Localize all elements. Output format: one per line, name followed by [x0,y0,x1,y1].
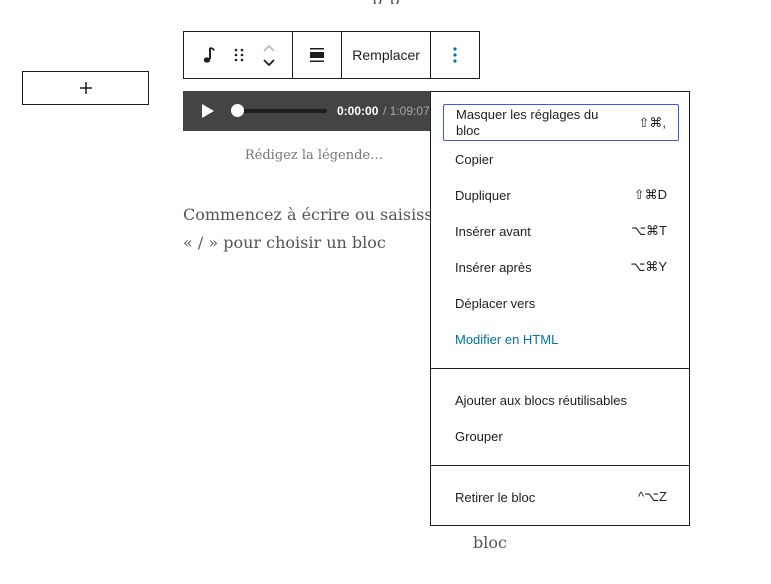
current-time: 0:00:00 [337,104,379,118]
menu-item-hide-settings[interactable]: Masquer les réglages du bloc ⇧⌘, [443,104,679,141]
caption-placeholder[interactable]: Rédigez la légende… [183,148,445,163]
more-options-button[interactable] [453,32,457,78]
menu-item-shortcut: ^⌥Z [637,489,667,504]
replace-button[interactable]: Remplacer [352,32,420,78]
menu-divider [431,465,689,466]
block-toolbar: Remplacer [183,31,480,79]
menu-item-label: Insérer après [455,259,532,275]
chevron-down-icon [263,58,275,66]
audio-icon [203,47,215,63]
menu-item-label: Modifier en HTML [455,331,559,347]
progress-track[interactable] [237,109,327,113]
menu-item-shortcut: ⇧⌘, [638,114,666,130]
paragraph-line-1: Commencez à écrire ou saisissez [183,205,433,224]
paragraph-line-2: « / » pour choisir un bloc [183,233,386,252]
paragraph-placeholder[interactable]: Commencez à écrire ou saisissez « / » po… [183,201,433,257]
menu-item-duplicate[interactable]: Dupliquer ⇧⌘D [443,184,679,206]
menu-item-insert-after[interactable]: Insérer après ⌥⌘Y [443,256,679,278]
block-type-button[interactable] [194,32,224,78]
block-options-menu: Masquer les réglages du bloc ⇧⌘, Copier … [430,91,690,526]
toolbar-group-align [293,32,342,78]
progress-knob[interactable] [231,104,244,117]
menu-item-move-to[interactable]: Déplacer vers [443,292,679,314]
menu-item-shortcut: ⇧⌘D [633,187,667,202]
bottom-text: bloc [473,533,507,552]
block-inserter-button[interactable] [22,71,149,105]
menu-item-insert-before[interactable]: Insérer avant ⌥⌘T [443,220,679,242]
menu-item-label: Copier [455,151,494,167]
plus-icon [79,82,92,94]
menu-divider [431,368,689,369]
chevron-up-icon [263,44,275,52]
total-time: / 1:09:07 [383,104,430,118]
cropped-text: p p [372,0,492,4]
toolbar-group-block [184,32,294,78]
toolbar-group-replace: Remplacer [342,32,432,78]
move-down-button[interactable] [262,55,276,69]
drag-handle-icon [234,48,244,62]
more-vertical-icon [453,47,457,63]
menu-item-group[interactable]: Grouper [443,425,679,447]
play-icon [202,104,214,118]
menu-item-label: Masquer les réglages du bloc [456,106,599,138]
audio-player: 0:00:00 / 1:09:07 [183,91,433,131]
menu-item-add-reusable[interactable]: Ajouter aux blocs réutilisables [443,389,679,411]
menu-item-shortcut: ⌥⌘T [631,223,667,238]
menu-item-label: Ajouter aux blocs réutilisables [455,392,627,408]
menu-item-copy[interactable]: Copier [443,148,679,170]
menu-item-label: Dupliquer [455,187,511,203]
menu-item-label: Insérer avant [455,223,531,239]
move-up-button[interactable] [262,41,276,55]
menu-item-label: Retirer le bloc [455,489,536,505]
drag-handle[interactable] [224,32,254,78]
menu-item-label: Grouper [455,428,503,444]
align-icon [310,48,325,62]
menu-item-remove-block[interactable]: Retirer le bloc ^⌥Z [443,486,679,508]
menu-item-label: Déplacer vers [455,295,536,311]
replace-label: Remplacer [352,47,420,63]
menu-item-shortcut: ⌥⌘Y [630,259,667,274]
block-mover [254,32,284,78]
toolbar-group-more [431,32,479,78]
align-button[interactable] [309,32,325,78]
play-button[interactable] [201,103,215,124]
menu-item-edit-html[interactable]: Modifier en HTML [443,328,679,350]
